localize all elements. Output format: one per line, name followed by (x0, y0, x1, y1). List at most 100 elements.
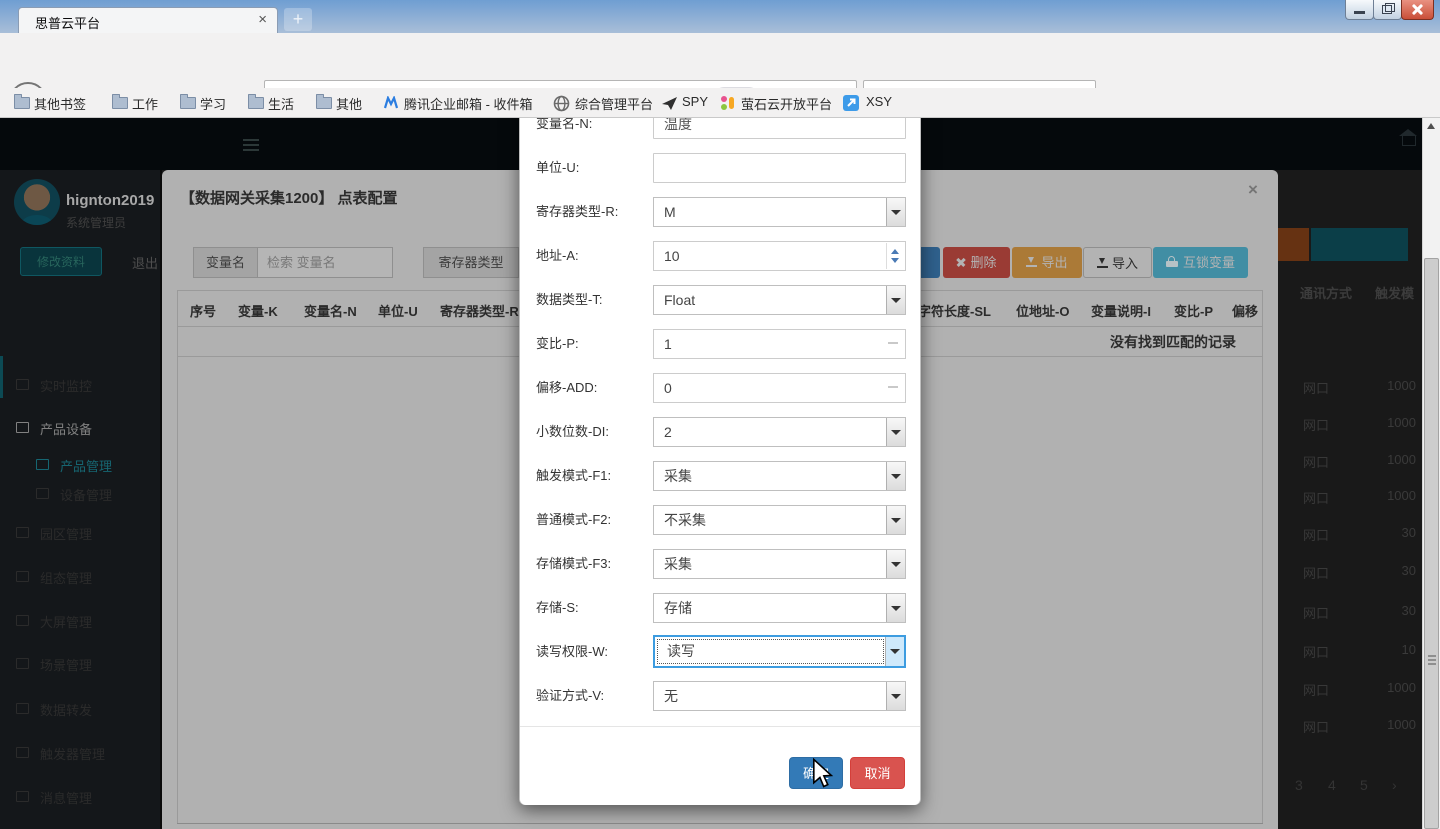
tab-close-icon[interactable]: × (258, 11, 267, 28)
variable-name-input[interactable] (653, 118, 906, 139)
column-header[interactable]: 变量说明-I (1091, 301, 1151, 320)
bookmarks-bar: 其他书签 工作 学习 生活 其他 腾讯企业邮箱 - 收件箱 综合管理平台 SPY… (0, 88, 1440, 118)
rw-permission-select[interactable]: 读写 (653, 635, 906, 668)
bookmark-misc[interactable]: 其他 (336, 94, 362, 113)
verify-mode-select[interactable]: 无 (653, 681, 906, 711)
bookmark-xsy[interactable]: XSY (866, 94, 892, 109)
interlock-button[interactable]: 互锁变量 (1153, 247, 1248, 278)
field-label: 数据类型-T: (536, 285, 648, 315)
chevron-down-icon[interactable] (886, 594, 905, 622)
sidebar-item-monitor[interactable]: 实时监控 (40, 376, 92, 395)
offset-input[interactable]: 0 (653, 373, 906, 403)
sidebar-item-product-device[interactable]: 产品设备 (40, 419, 92, 438)
column-header: 通讯方式 (1300, 283, 1352, 302)
list-icon (36, 488, 49, 499)
ratio-input[interactable]: 1 (653, 329, 906, 359)
chevron-down-icon[interactable] (886, 462, 905, 490)
page-scrollbar[interactable] (1422, 118, 1440, 829)
column-header[interactable]: 寄存器类型-R (440, 301, 519, 320)
column-header[interactable]: 变量-K (238, 301, 278, 320)
text-input[interactable] (653, 153, 906, 183)
tencent-mail-icon (383, 96, 399, 110)
text-input[interactable] (653, 118, 906, 139)
bookmark-life[interactable]: 生活 (268, 94, 294, 113)
app-menu-toggle-icon[interactable] (243, 139, 259, 151)
table-cell: 网口 (1303, 452, 1329, 471)
table-cell: 1000 (1360, 378, 1416, 393)
spinner-dash-icon (888, 342, 898, 344)
chevron-down-icon[interactable] (885, 637, 904, 666)
bookmark-other[interactable]: 其他书签 (34, 94, 86, 113)
chevron-down-icon[interactable] (886, 418, 905, 446)
column-header[interactable]: 字符长度-SL (918, 301, 991, 320)
new-tab-button[interactable]: + (284, 8, 312, 31)
sidebar-item-scene-mgmt[interactable]: 场景管理 (40, 655, 92, 674)
unit-input[interactable] (653, 153, 906, 183)
normal-mode-select[interactable]: 不采集 (653, 505, 906, 535)
edit-profile-button[interactable]: 修改资料 (20, 247, 102, 276)
table-cell: 1000 (1360, 415, 1416, 430)
bookmark-spy[interactable]: SPY (682, 94, 708, 109)
avatar[interactable] (14, 179, 60, 225)
table-cell: 网口 (1303, 603, 1329, 622)
dart-icon (662, 96, 678, 111)
register-type-select[interactable]: M (653, 197, 906, 227)
chevron-down-icon[interactable] (886, 550, 905, 578)
sidebar-item-message-mgmt[interactable]: 消息管理 (40, 788, 92, 807)
bookmark-mgmt-platform[interactable]: 综合管理平台 (575, 94, 653, 113)
list-icon (36, 459, 49, 470)
column-header[interactable]: 单位-U (378, 301, 418, 320)
plug-icon (16, 703, 29, 714)
bookmark-work[interactable]: 工作 (132, 94, 158, 113)
sidebar-item-data-forward[interactable]: 数据转发 (40, 700, 92, 719)
close-window-button[interactable] (1401, 0, 1434, 20)
column-header[interactable]: 变量名-N (304, 301, 357, 320)
sidebar-item-park-mgmt[interactable]: 园区管理 (40, 524, 92, 543)
column-header[interactable]: 偏移 (1232, 301, 1258, 320)
sidebar-item-scada-mgmt[interactable]: 组态管理 (40, 568, 92, 587)
scroll-up-arrow-icon[interactable] (1423, 118, 1440, 135)
cancel-button[interactable]: 取消 (850, 757, 905, 789)
chevron-down-icon[interactable] (886, 198, 905, 226)
minimize-button[interactable] (1345, 0, 1374, 20)
home-nav-icon[interactable] (1402, 136, 1416, 146)
bookmark-tencent-mail[interactable]: 腾讯企业邮箱 - 收件箱 (404, 94, 533, 113)
storage-select[interactable]: 存储 (653, 593, 906, 623)
import-button[interactable]: 导入 (1083, 247, 1152, 278)
trigger-mode-select[interactable]: 采集 (653, 461, 906, 491)
decimal-digits-select[interactable]: 2 (653, 417, 906, 447)
sidebar-item-device-mgmt[interactable]: 设备管理 (60, 485, 112, 504)
sidebar-item-trigger-mgmt[interactable]: 触发器管理 (40, 744, 105, 763)
sidebar-item-product-mgmt[interactable]: 产品管理 (60, 456, 112, 475)
bookmark-study[interactable]: 学习 (200, 94, 226, 113)
field-label: 变比-P: (536, 329, 648, 359)
table-bottom-border (177, 823, 1263, 824)
sidebar-item-screen-mgmt[interactable]: 大屏管理 (40, 612, 92, 631)
dialog-close-icon[interactable]: × (1248, 180, 1258, 200)
table-cell: 30 (1360, 563, 1416, 578)
folder-icon (14, 97, 30, 109)
chevron-down-icon[interactable] (886, 506, 905, 534)
address-stepper[interactable]: 10 (653, 241, 906, 271)
column-header[interactable]: 序号 (190, 301, 216, 320)
browser-tab[interactable]: 思普云平台 × (18, 7, 278, 34)
restore-button[interactable] (1373, 0, 1402, 20)
username: hignton2019 (66, 192, 154, 209)
export-button[interactable]: 导出 (1012, 247, 1082, 278)
bookmark-ezviz[interactable]: 萤石云开放平台 (741, 94, 832, 113)
table-cell: 网口 (1303, 488, 1329, 507)
table-cell: 网口 (1303, 717, 1329, 736)
delete-button[interactable]: 删除 (943, 247, 1010, 278)
empty-table-message: 没有找到匹配的记录 (1110, 332, 1246, 352)
column-header[interactable]: 位地址-O (1016, 301, 1069, 320)
chevron-down-icon[interactable] (886, 286, 905, 314)
chevron-down-icon[interactable] (886, 682, 905, 710)
column-header[interactable]: 变比-P (1174, 301, 1213, 320)
filter-search-input[interactable]: 检索 变量名 (257, 247, 393, 278)
logout-button[interactable]: 退出 (132, 253, 158, 272)
comment-icon (16, 791, 29, 802)
spinner-icon[interactable] (886, 243, 904, 269)
scrollbar-thumb[interactable] (1424, 258, 1439, 829)
storage-mode-select[interactable]: 采集 (653, 549, 906, 579)
data-type-select[interactable]: Float (653, 285, 906, 315)
